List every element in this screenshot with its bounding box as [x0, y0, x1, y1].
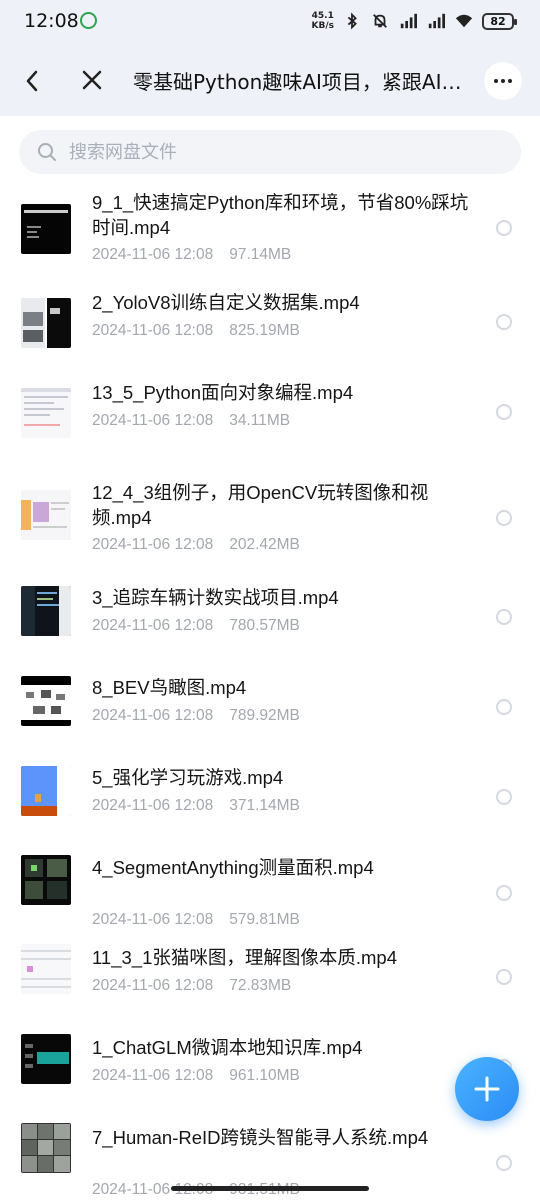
file-size: 371.14MB — [229, 797, 300, 814]
video-thumbnail — [21, 766, 71, 816]
add-button[interactable] — [455, 1057, 519, 1121]
file-meta: 2024-11-06 12:08 371.14MB — [92, 797, 300, 815]
wifi-icon — [455, 14, 473, 28]
file-name: 11_3_1张猫咪图，理解图像本质.mp4 — [92, 947, 397, 968]
video-thumbnail — [21, 388, 71, 438]
select-radio[interactable] — [496, 699, 512, 715]
file-name: 5_强化学习玩游戏.mp4 — [92, 767, 284, 788]
dot — [494, 79, 498, 83]
file-size: 825.19MB — [229, 322, 300, 339]
file-list-item[interactable]: 3_追踪车辆计数实战项目.mp4 2024-11-06 12:08 780.57M… — [0, 575, 540, 665]
file-name: 9_1_快速搞定Python库和环境，节省80%踩坑时间.mp4 — [92, 192, 469, 238]
video-thumbnail — [21, 204, 71, 254]
file-list-item[interactable]: 8_BEV鸟瞰图.mp4 2024-11-06 12:08 789.92MB — [0, 665, 540, 755]
file-list-item[interactable]: 9_1_快速搞定Python库和环境，节省80%踩坑时间.mp4 2024-11… — [0, 180, 540, 280]
file-size: 780.57MB — [229, 617, 300, 634]
video-thumbnail — [21, 944, 71, 994]
file-size: 34.11MB — [229, 412, 291, 429]
file-name: 13_5_Python面向对象编程.mp4 — [92, 382, 354, 403]
file-list-item[interactable]: 4_SegmentAnything测量面积.mp4 2024-11-06 12:… — [0, 845, 540, 935]
file-meta: 2024-11-06 12:08 579.81MB — [92, 911, 300, 929]
file-meta: 2024-11-06 12:08 202.42MB — [92, 536, 300, 554]
network-speed: 45.1 KB/s — [311, 11, 334, 31]
file-name: 4_SegmentAnything测量面积.mp4 — [92, 857, 374, 878]
file-size: 97.14MB — [229, 246, 292, 263]
close-icon[interactable] — [78, 66, 106, 94]
file-date: 2024-11-06 12:08 — [92, 617, 214, 634]
file-size: 579.81MB — [229, 911, 300, 928]
file-size: 961.10MB — [229, 1067, 300, 1084]
signal-hd-icon — [400, 13, 417, 29]
file-meta: 2024-11-06 12:08 825.19MB — [92, 322, 300, 340]
select-radio[interactable] — [496, 314, 512, 330]
signal-hd-icon — [428, 13, 445, 29]
file-meta: 2024-11-06 12:08 97.14MB — [92, 246, 291, 264]
dot — [501, 79, 505, 83]
file-name: 12_4_3组例子，用OpenCV玩转图像和视频.mp4 — [92, 482, 429, 528]
file-meta: 2024-11-06 12:08 789.92MB — [92, 707, 300, 725]
file-name: 2_YoloV8训练自定义数据集.mp4 — [92, 292, 360, 313]
file-size: 789.92MB — [229, 707, 300, 724]
file-date: 2024-11-06 12:08 — [92, 246, 214, 263]
file-meta: 2024-11-06 12:08 72.83MB — [92, 977, 291, 995]
file-date: 2024-11-06 12:08 — [92, 977, 214, 994]
file-date: 2024-11-06 12:08 — [92, 797, 214, 814]
file-size: 202.42MB — [229, 536, 300, 553]
status-bar: 12:08 45.1 KB/s 82 — [0, 0, 540, 44]
select-radio[interactable] — [496, 404, 512, 420]
select-radio[interactable] — [496, 885, 512, 901]
select-radio[interactable] — [496, 1155, 512, 1171]
file-date: 2024-11-06 12:08 — [92, 911, 214, 928]
file-meta: 2024-11-06 12:08 780.57MB — [92, 617, 300, 635]
select-radio[interactable] — [496, 789, 512, 805]
file-name: 3_追踪车辆计数实战项目.mp4 — [92, 587, 339, 608]
file-size: 72.83MB — [229, 977, 292, 994]
plus-icon — [474, 1076, 500, 1102]
mute-icon — [373, 14, 387, 28]
file-date: 2024-11-06 12:08 — [92, 707, 214, 724]
search-bar[interactable] — [19, 130, 521, 174]
select-radio[interactable] — [496, 969, 512, 985]
back-arrow-icon[interactable] — [18, 66, 48, 96]
video-thumbnail — [21, 1123, 71, 1173]
dot — [508, 79, 512, 83]
select-radio[interactable] — [496, 510, 512, 526]
app-notification-icon — [80, 12, 97, 29]
file-list-item[interactable]: 12_4_3组例子，用OpenCV玩转图像和视频.mp4 2024-11-06 … — [0, 470, 540, 575]
file-date: 2024-11-06 12:08 — [92, 1067, 214, 1084]
file-list-item[interactable]: 13_5_Python面向对象编程.mp4 2024-11-06 12:08 34… — [0, 370, 540, 470]
video-thumbnail — [21, 490, 71, 540]
select-radio[interactable] — [496, 220, 512, 236]
search-input[interactable] — [69, 141, 489, 163]
file-date: 2024-11-06 12:08 — [92, 322, 214, 339]
file-list-item[interactable]: 11_3_1张猫咪图，理解图像本质.mp4 2024-11-06 12:08 72… — [0, 935, 540, 1025]
video-thumbnail — [21, 855, 71, 905]
file-list-item[interactable]: 2_YoloV8训练自定义数据集.mp4 2024-11-06 12:08 825… — [0, 280, 540, 370]
video-thumbnail — [21, 1034, 71, 1084]
file-meta: 2024-11-06 12:08 34.11MB — [92, 412, 290, 430]
status-time: 12:08 — [24, 10, 79, 32]
file-meta: 2024-11-06 12:08 961.10MB — [92, 1067, 300, 1085]
file-list-item[interactable]: 5_强化学习玩游戏.mp4 2024-11-06 12:08 371.14MB — [0, 755, 540, 845]
video-thumbnail — [21, 298, 71, 348]
search-icon — [38, 143, 56, 161]
file-name: 8_BEV鸟瞰图.mp4 — [92, 677, 247, 698]
home-indicator[interactable] — [171, 1186, 369, 1191]
page-title: 零基础Python趣味AI项目，紧跟AI热潮 — [133, 70, 463, 94]
file-name: 1_ChatGLM微调本地知识库.mp4 — [92, 1037, 363, 1058]
header-bar: 零基础Python趣味AI项目，紧跟AI热潮 — [0, 44, 540, 116]
select-radio[interactable] — [496, 609, 512, 625]
status-icons: 45.1 KB/s 82 — [311, 11, 517, 31]
bluetooth-icon — [347, 12, 357, 30]
video-thumbnail — [21, 676, 71, 726]
file-date: 2024-11-06 12:08 — [92, 412, 214, 429]
more-dots-icon[interactable] — [484, 62, 522, 100]
file-date: 2024-11-06 12:08 — [92, 536, 214, 553]
file-name: 7_Human-ReID跨镜头智能寻人系统.mp4 — [92, 1127, 429, 1148]
video-thumbnail — [21, 586, 71, 636]
battery-icon: 82 — [482, 12, 517, 30]
